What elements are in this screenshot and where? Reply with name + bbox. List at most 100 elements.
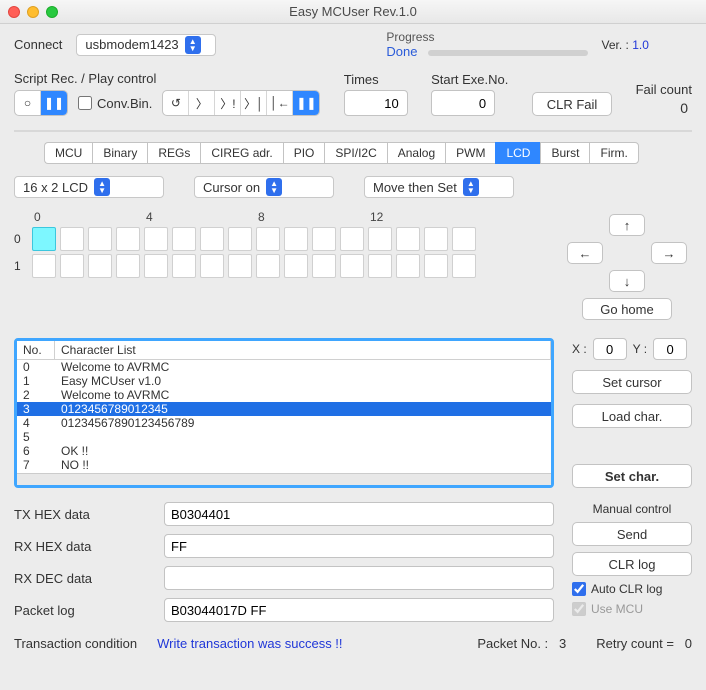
tab-regs[interactable]: REGs [147, 142, 200, 164]
lcd-cell[interactable] [368, 254, 392, 278]
lcd-cell[interactable] [116, 227, 140, 251]
tab-firm[interactable]: Firm. [589, 142, 638, 164]
lcd-cell[interactable] [60, 254, 84, 278]
lcd-cell[interactable] [144, 227, 168, 251]
clr-fail-button[interactable]: CLR Fail [532, 92, 613, 116]
lcd-cell[interactable] [340, 254, 364, 278]
lcd-size-select[interactable]: 16 x 2 LCD▲▼ [14, 176, 164, 198]
character-list[interactable]: No. Character List 0Welcome to AVRMC1Eas… [14, 338, 554, 488]
rx-hex-input[interactable] [164, 534, 554, 558]
conv-bin-checkbox[interactable]: Conv.Bin. [78, 96, 152, 111]
go-home-button[interactable]: Go home [582, 298, 672, 320]
progress-bar [428, 50, 588, 56]
lcd-cell[interactable] [116, 254, 140, 278]
lcd-cell[interactable] [172, 227, 196, 251]
list-item[interactable]: 6OK !! [17, 444, 551, 458]
lcd-cell[interactable] [396, 227, 420, 251]
lcd-cell[interactable] [312, 254, 336, 278]
lcd-cell[interactable] [60, 227, 84, 251]
packet-log-label: Packet log [14, 603, 164, 618]
lcd-cell[interactable] [256, 254, 280, 278]
record-pause-button[interactable]: ❚❚ [41, 91, 67, 115]
lcd-cell[interactable] [368, 227, 392, 251]
times-input[interactable] [344, 90, 408, 116]
play-stepend-button[interactable]: 〉! [215, 91, 241, 115]
rx-dec-input[interactable] [164, 566, 554, 590]
rx-hex-label: RX HEX data [14, 539, 164, 554]
tab-spii2c[interactable]: SPI/I2C [324, 142, 386, 164]
lcd-cell[interactable] [32, 254, 56, 278]
lcd-cell[interactable] [452, 227, 476, 251]
script-label: Script Rec. / Play control [14, 71, 320, 86]
nav-left-button[interactable]: ← [567, 242, 603, 264]
transaction-status: Write transaction was success !! [157, 636, 342, 651]
window-title: Easy MCUser Rev.1.0 [8, 4, 698, 19]
list-item[interactable]: 5 [17, 430, 551, 444]
lcd-cell[interactable] [424, 254, 448, 278]
play-back-button[interactable]: │← [267, 91, 293, 115]
lcd-cell[interactable] [284, 227, 308, 251]
list-item[interactable]: 7NO !! [17, 458, 551, 472]
tab-pwm[interactable]: PWM [445, 142, 495, 164]
connect-label: Connect [14, 37, 62, 52]
failcount-label: Fail count [636, 82, 692, 97]
lcd-cell[interactable] [144, 254, 168, 278]
nav-right-button[interactable]: → [651, 242, 687, 264]
tab-ciregadr[interactable]: CIREG adr. [200, 142, 282, 164]
lcd-cursor-select[interactable]: Cursor on▲▼ [194, 176, 334, 198]
list-scrollbar[interactable] [17, 473, 551, 485]
tab-mcu[interactable]: MCU [44, 142, 92, 164]
x-input[interactable] [593, 338, 627, 360]
connect-select[interactable]: usbmodem1423 ▲▼ [76, 34, 216, 56]
play-loop-button[interactable]: ↺ [163, 91, 189, 115]
lcd-cell[interactable] [228, 227, 252, 251]
list-item[interactable]: 0Welcome to AVRMC [17, 360, 551, 374]
lcd-cell[interactable] [88, 254, 112, 278]
lcd-cell[interactable] [228, 254, 252, 278]
lcd-mode-select[interactable]: Move then Set▲▼ [364, 176, 514, 198]
tab-analog[interactable]: Analog [387, 142, 445, 164]
list-col-no: No. [17, 341, 55, 359]
packet-no-label: Packet No. : [477, 636, 548, 651]
tab-binary[interactable]: Binary [92, 142, 147, 164]
y-input[interactable] [653, 338, 687, 360]
play-stepto-button[interactable]: 〉│ [241, 91, 267, 115]
lcd-cell[interactable] [200, 227, 224, 251]
tx-hex-input[interactable] [164, 502, 554, 526]
load-char-button[interactable]: Load char. [572, 404, 692, 428]
record-button[interactable]: ○ [15, 91, 41, 115]
startno-input[interactable] [431, 90, 495, 116]
tab-lcd[interactable]: LCD [495, 142, 540, 164]
lcd-cell[interactable] [172, 254, 196, 278]
tab-burst[interactable]: Burst [540, 142, 589, 164]
lcd-cell[interactable] [284, 254, 308, 278]
play-step-button[interactable]: 〉 [189, 91, 215, 115]
tab-pio[interactable]: PIO [283, 142, 325, 164]
lcd-cell[interactable] [256, 227, 280, 251]
send-button[interactable]: Send [572, 522, 692, 546]
lcd-cell[interactable] [396, 254, 420, 278]
packet-log-input[interactable] [164, 598, 554, 622]
list-item[interactable]: 30123456789012345 [17, 402, 551, 416]
set-char-button[interactable]: Set char. [572, 464, 692, 488]
lcd-cell[interactable] [32, 227, 56, 251]
clr-log-button[interactable]: CLR log [572, 552, 692, 576]
auto-clr-log-checkbox[interactable]: Auto CLR log [572, 582, 692, 596]
connect-value: usbmodem1423 [85, 37, 178, 52]
nav-up-button[interactable]: ↑ [609, 214, 645, 236]
lcd-cell[interactable] [452, 254, 476, 278]
nav-down-button[interactable]: ↓ [609, 270, 645, 292]
list-item[interactable]: 401234567890123456789 [17, 416, 551, 430]
list-item[interactable]: 1Easy MCUser v1.0 [17, 374, 551, 388]
lcd-cell[interactable] [88, 227, 112, 251]
list-item[interactable]: 2Welcome to AVRMC [17, 388, 551, 402]
set-cursor-button[interactable]: Set cursor [572, 370, 692, 394]
lcd-cell[interactable] [340, 227, 364, 251]
play-pause-button[interactable]: ❚❚ [293, 91, 319, 115]
rx-dec-label: RX DEC data [14, 571, 164, 586]
lcd-cell[interactable] [312, 227, 336, 251]
times-label: Times [344, 72, 408, 87]
failcount-value: 0 [636, 100, 692, 116]
lcd-cell[interactable] [424, 227, 448, 251]
lcd-cell[interactable] [200, 254, 224, 278]
